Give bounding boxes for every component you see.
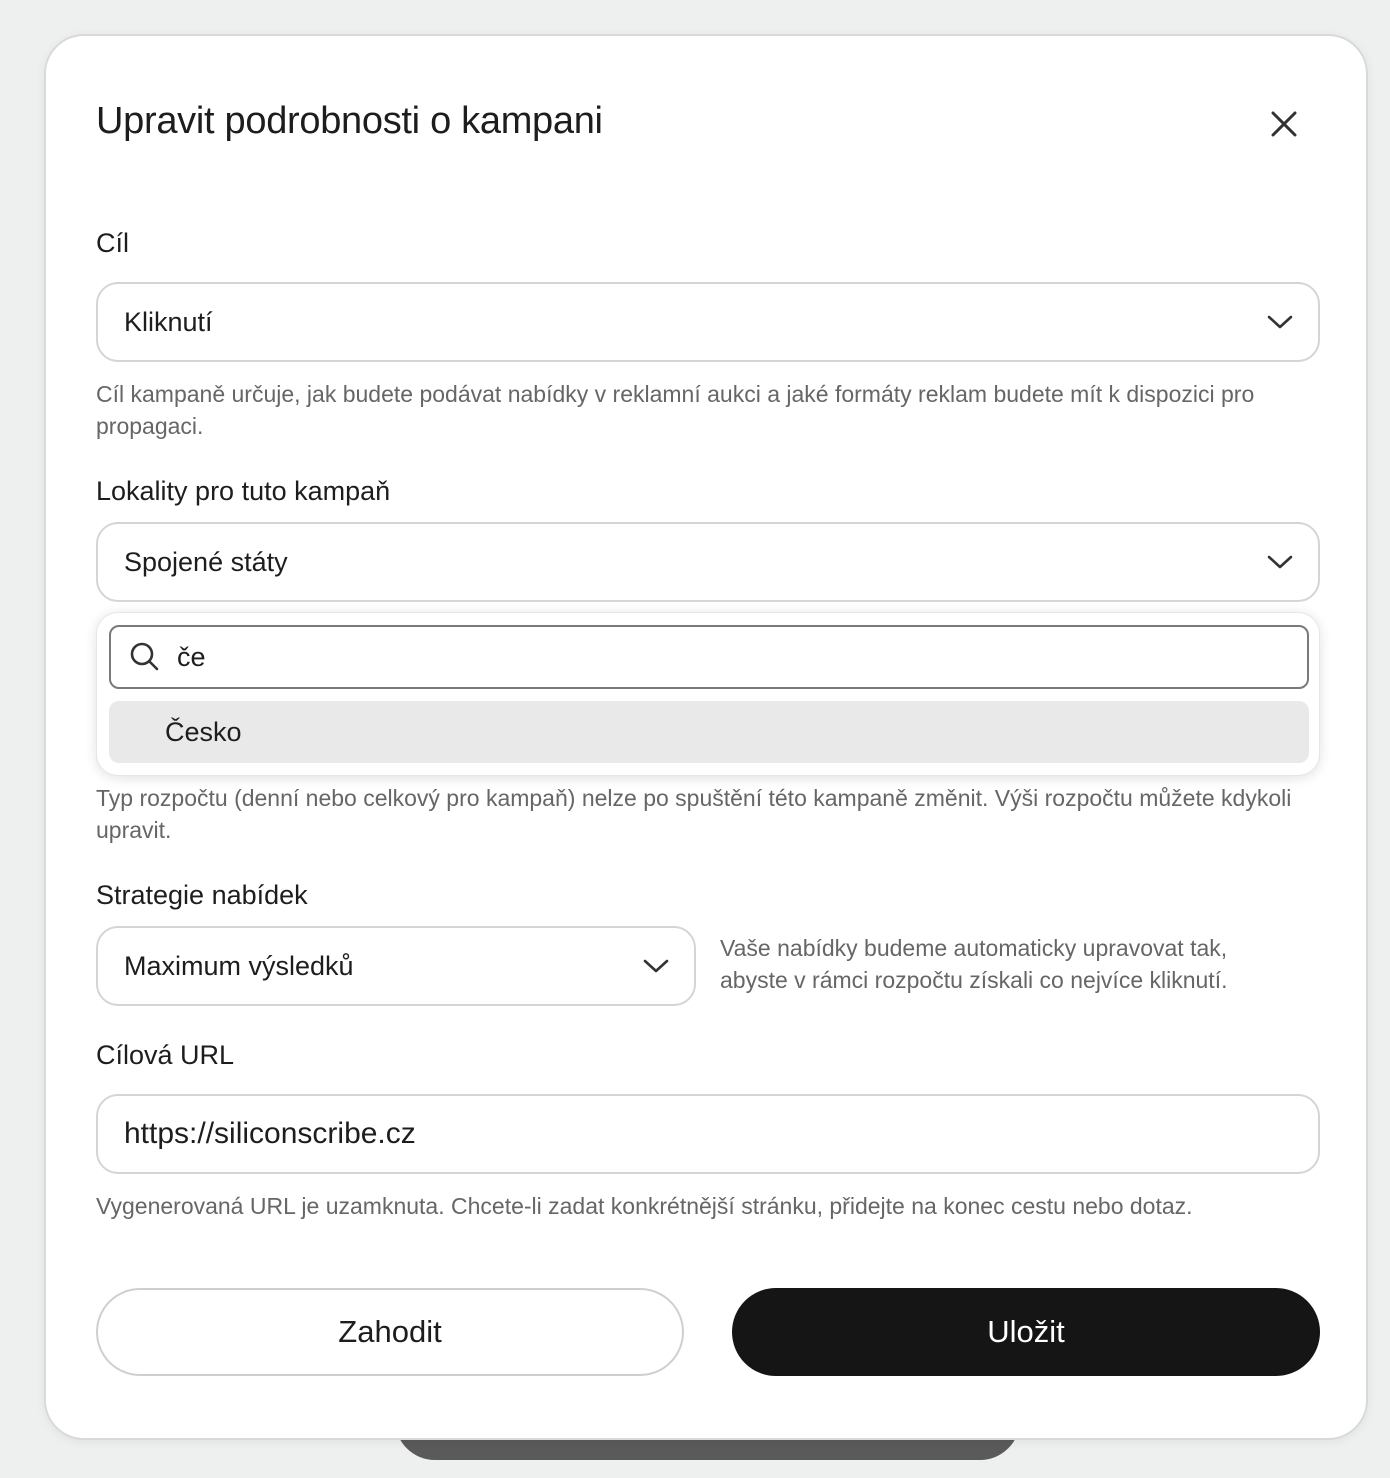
discard-button[interactable]: Zahodit xyxy=(96,1288,684,1376)
locations-dropdown: Česko xyxy=(96,612,1320,776)
goal-select[interactable]: Kliknutí xyxy=(96,282,1320,362)
locations-search-input[interactable] xyxy=(177,635,1287,679)
edit-campaign-dialog: Upravit podrobnosti o kampani Cíl Kliknu… xyxy=(44,34,1368,1440)
chevron-down-icon xyxy=(643,959,669,973)
dialog-title: Upravit podrobnosti o kampani xyxy=(96,100,603,142)
close-icon xyxy=(1271,111,1297,137)
locations-search-box[interactable] xyxy=(109,625,1309,689)
destination-url-label: Cílová URL xyxy=(96,1040,235,1070)
goal-help-text: Cíl kampaně určuje, jak budete podávat n… xyxy=(96,381,1255,439)
destination-url-input[interactable] xyxy=(124,1117,1274,1151)
destination-url-help: Vygenerovaná URL je uzamknuta. Chcete-li… xyxy=(96,1193,1193,1219)
budget-help-text: Typ rozpočtu (denní nebo celkový pro kam… xyxy=(96,785,1292,843)
locations-select-value: Spojené státy xyxy=(124,546,288,577)
chevron-down-icon xyxy=(1267,315,1293,329)
chevron-down-icon xyxy=(1267,555,1293,569)
goal-select-value: Kliknutí xyxy=(124,306,213,337)
location-option-cesko[interactable]: Česko xyxy=(109,701,1309,763)
destination-url-field[interactable] xyxy=(96,1094,1320,1174)
save-button[interactable]: Uložit xyxy=(732,1288,1320,1376)
locations-label: Lokality pro tuto kampaň xyxy=(96,476,391,506)
bidding-strategy-label: Strategie nabídek xyxy=(96,880,308,910)
locations-select[interactable]: Spojené státy xyxy=(96,522,1320,602)
goal-label: Cíl xyxy=(96,228,129,258)
bidding-strategy-value: Maximum výsledků xyxy=(124,950,354,981)
search-icon xyxy=(130,642,159,671)
close-button[interactable] xyxy=(1264,104,1304,144)
bidding-strategy-note: Vaše nabídky budeme automaticky upravova… xyxy=(720,935,1228,993)
bidding-strategy-select[interactable]: Maximum výsledků xyxy=(96,926,696,1006)
